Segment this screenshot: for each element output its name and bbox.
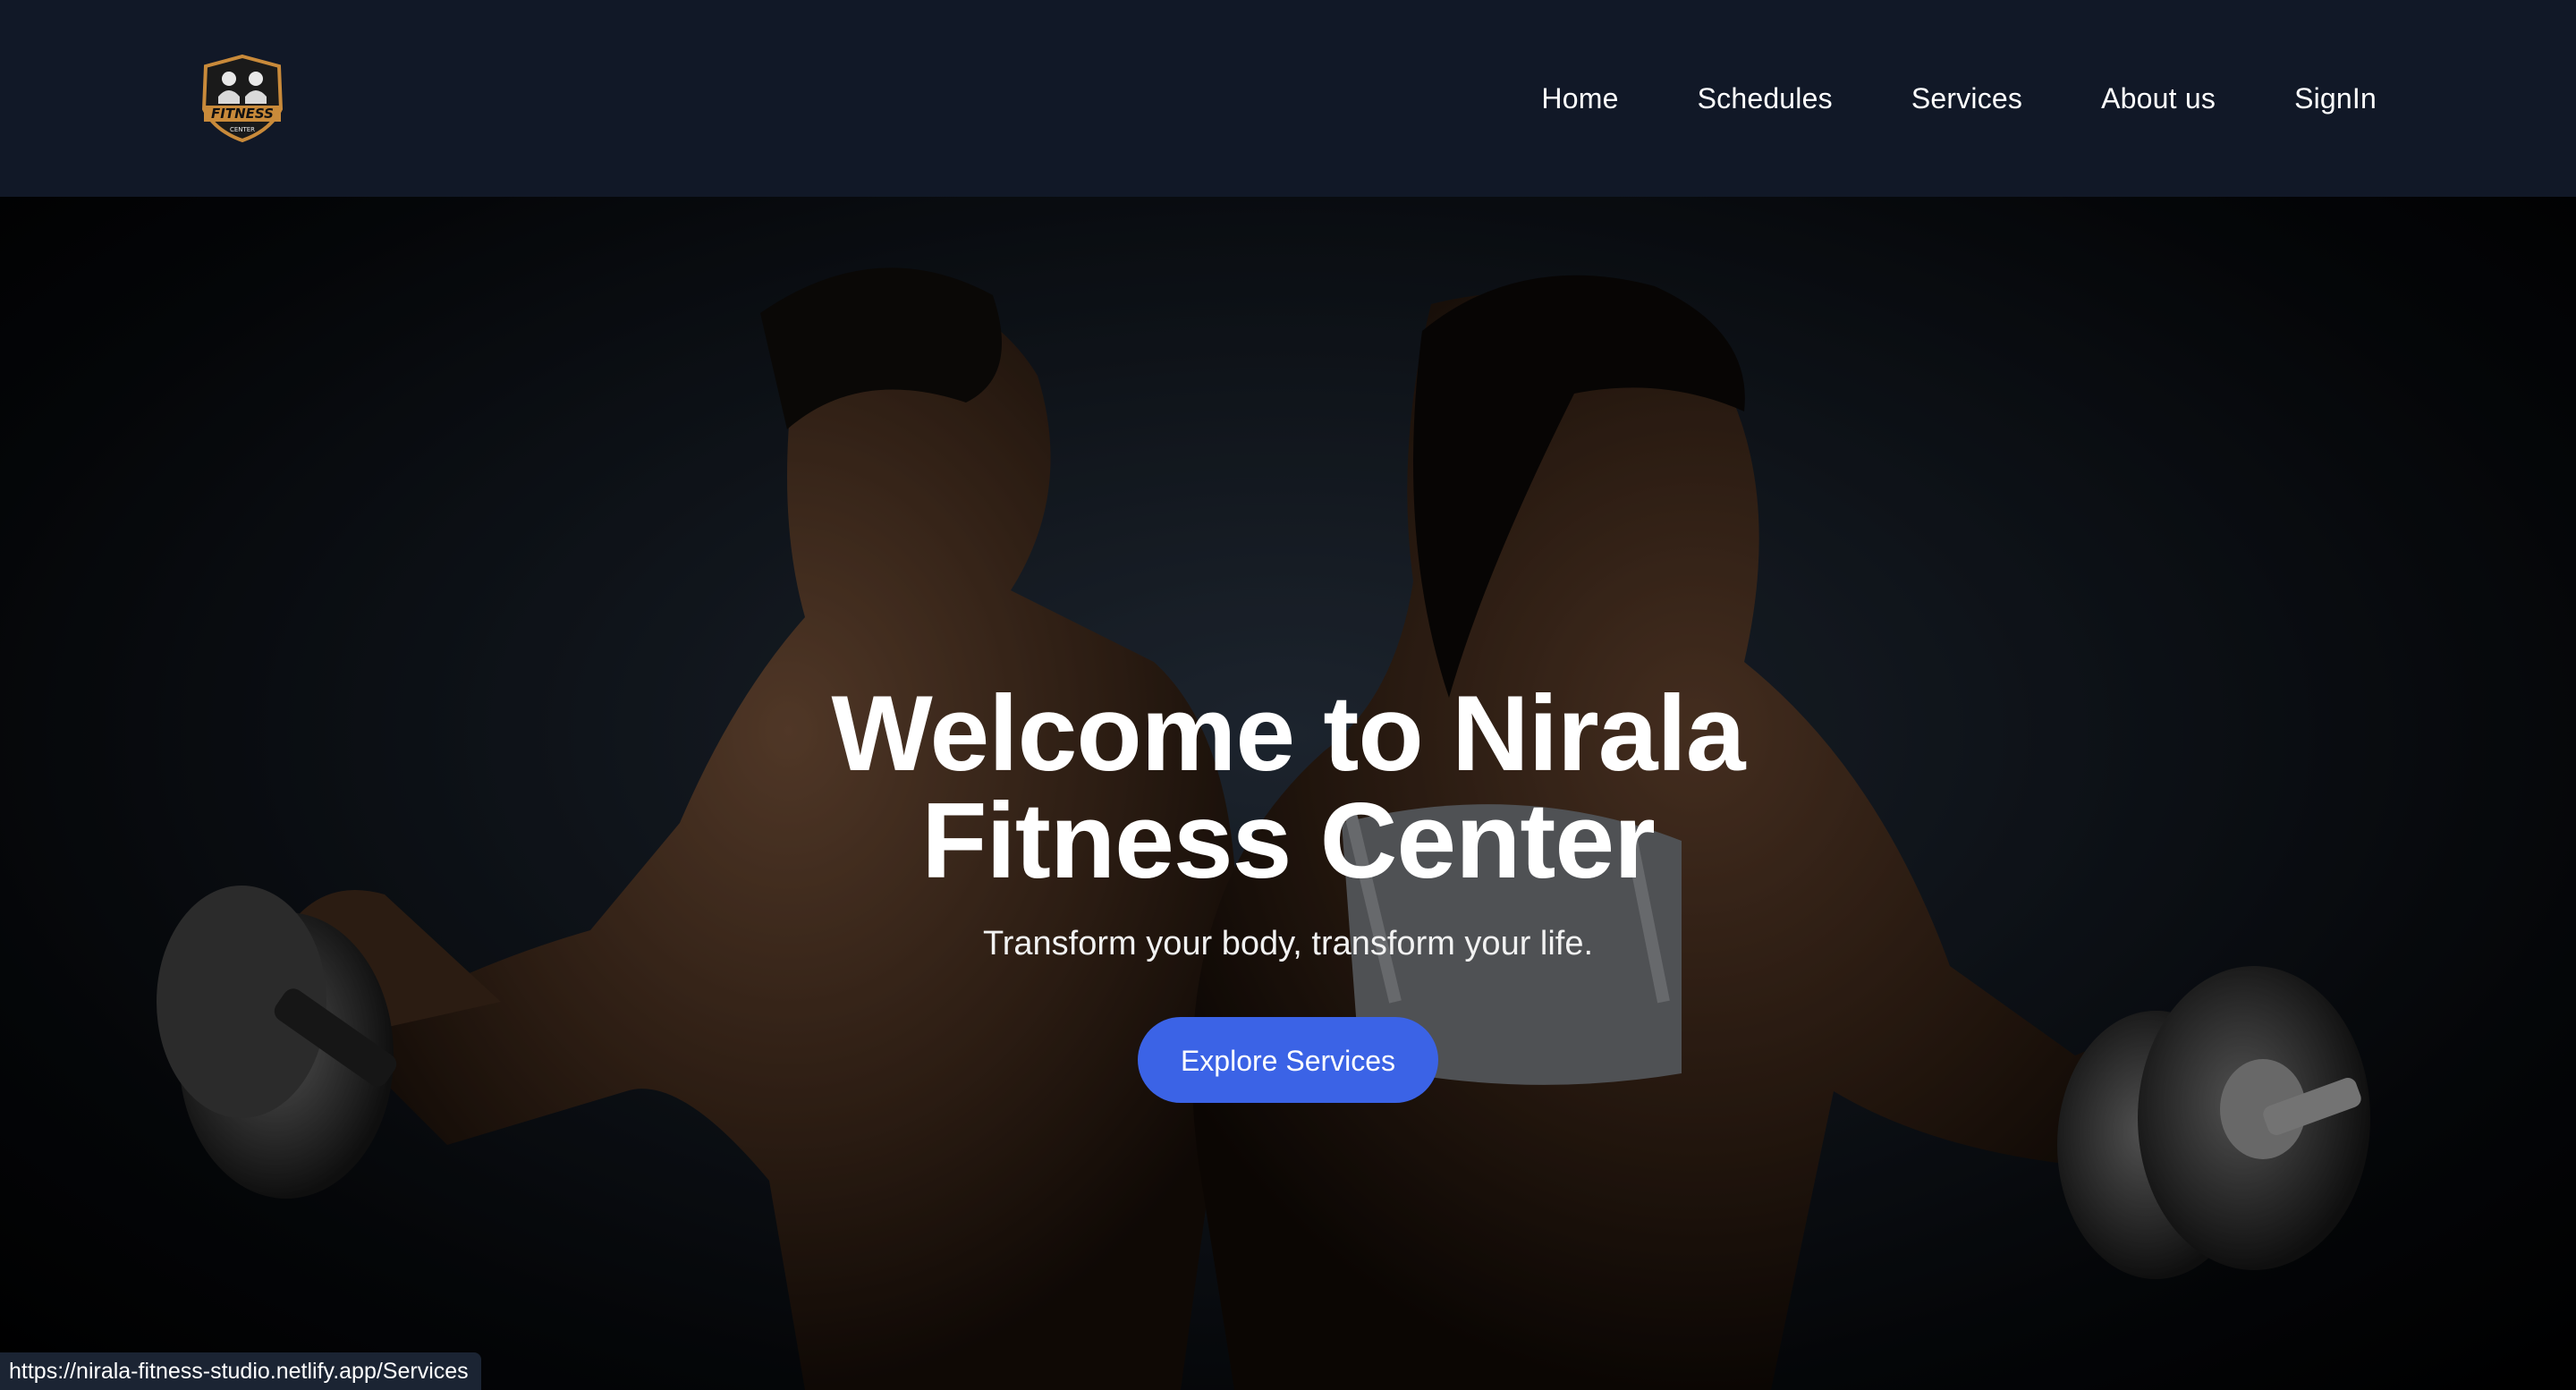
nav-schedules-link[interactable]: Schedules (1698, 82, 1833, 115)
nav-signin-link[interactable]: SignIn (2294, 82, 2377, 115)
link-preview-status-bar: https://nirala-fitness-studio.netlify.ap… (0, 1352, 481, 1390)
nav-services-link[interactable]: Services (1911, 82, 2022, 115)
svg-text:CENTER: CENTER (230, 126, 255, 133)
main-nav: Home Schedules Services About us SignIn (1541, 82, 2377, 115)
top-navbar: FITNESS CENTER Home Schedules Services A… (0, 0, 2576, 197)
hero-section: Welcome to Nirala Fitness Center Transfo… (0, 197, 2576, 1390)
nav-about-link[interactable]: About us (2101, 82, 2216, 115)
svg-text:FITNESS: FITNESS (211, 106, 274, 122)
hero-content: Welcome to Nirala Fitness Center Transfo… (0, 680, 2576, 1103)
hero-subtitle: Transform your body, transform your life… (982, 925, 1594, 962)
explore-services-button[interactable]: Explore Services (1138, 1017, 1438, 1103)
nav-home-link[interactable]: Home (1541, 82, 1618, 115)
hero-title: Welcome to Nirala Fitness Center (831, 674, 1745, 901)
fitness-center-logo[interactable]: FITNESS CENTER (199, 54, 286, 143)
